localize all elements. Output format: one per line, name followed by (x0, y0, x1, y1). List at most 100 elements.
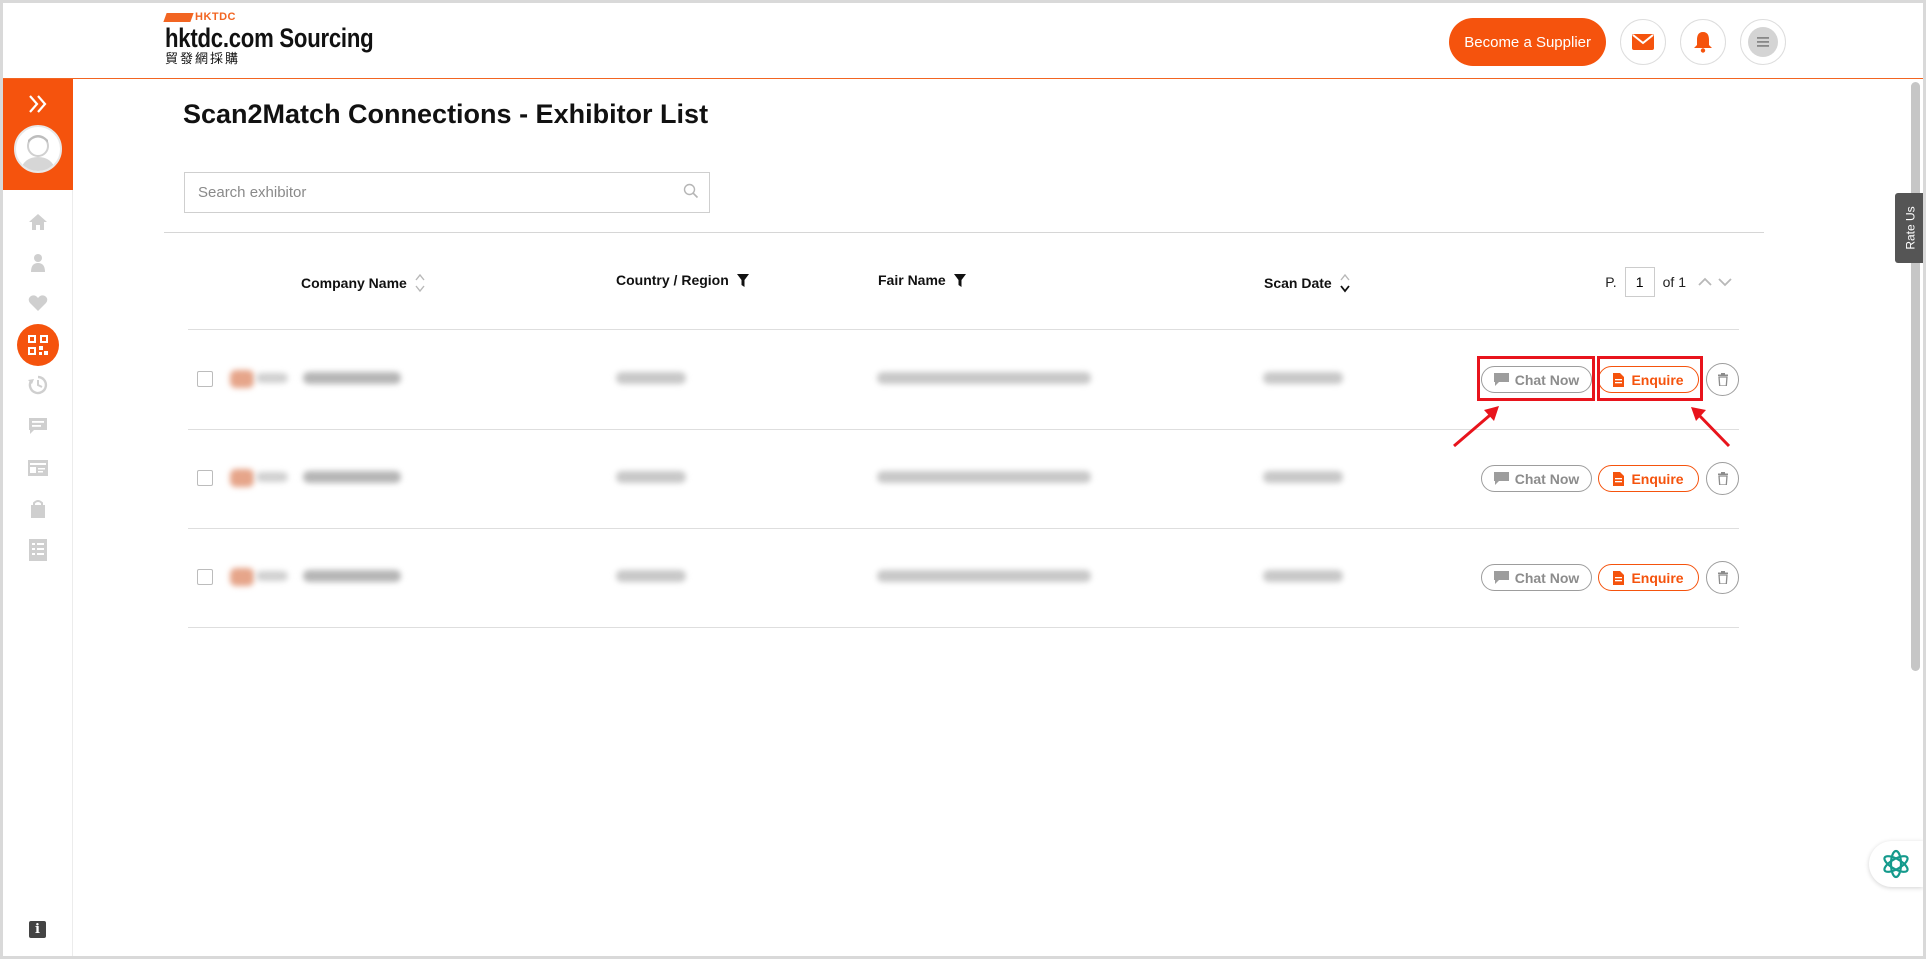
search-icon[interactable] (683, 183, 699, 199)
become-supplier-button[interactable]: Become a Supplier (1449, 18, 1606, 66)
country-blurred (616, 372, 686, 384)
table-row: Chat Now Enquire (188, 528, 1739, 626)
column-label: Company Name (301, 275, 407, 291)
country-blurred (616, 570, 686, 582)
left-sidebar: i (3, 79, 73, 956)
column-fair-name[interactable]: Fair Name (878, 272, 966, 288)
document-icon (1613, 471, 1625, 486)
card-icon[interactable] (26, 456, 50, 480)
column-label: Scan Date (1264, 275, 1332, 291)
enquire-button[interactable]: Enquire (1598, 366, 1699, 393)
chat-bubble-icon (1493, 571, 1509, 584)
company-logo-blurred (230, 469, 254, 487)
checklist-icon[interactable] (26, 538, 50, 562)
fair-name-blurred (877, 471, 1091, 483)
favorites-icon[interactable] (26, 291, 50, 315)
chat-now-label: Chat Now (1514, 569, 1580, 586)
delete-button[interactable] (1706, 561, 1739, 594)
header-actions: Become a Supplier (1449, 18, 1786, 66)
sort-desc-icon[interactable] (1340, 272, 1350, 294)
column-label: Fair Name (878, 272, 946, 288)
chat-bubble-icon (1493, 373, 1509, 386)
messages-icon[interactable] (26, 414, 50, 438)
brand-name: hktdc.com Sourcing (165, 23, 374, 53)
history-icon[interactable] (26, 373, 50, 397)
search-input[interactable] (185, 173, 709, 212)
table-row: Chat Now Enquire (188, 330, 1739, 428)
top-header: HKTDC hktdc.com Sourcing 貿發網採購 Become a … (0, 0, 1926, 79)
rate-us-label: Rate Us (1903, 206, 1918, 250)
brand-flag-icon (163, 12, 194, 22)
page-number-input[interactable] (1624, 267, 1655, 297)
column-country-region[interactable]: Country / Region (616, 272, 749, 288)
bell-icon (1694, 32, 1712, 53)
chat-now-button[interactable]: Chat Now (1481, 366, 1592, 393)
row-checkbox[interactable] (197, 371, 213, 387)
scan-date-blurred (1263, 471, 1343, 483)
document-icon (1613, 570, 1625, 585)
company-logo-blurred (230, 370, 254, 388)
table-row: Chat Now Enquire (188, 429, 1739, 527)
country-blurred (616, 471, 686, 483)
search-box (184, 172, 710, 213)
enquire-button[interactable]: Enquire (1598, 564, 1699, 591)
sidebar-header (3, 79, 73, 190)
brand-mark-text: HKTDC (195, 11, 236, 23)
document-icon (1613, 372, 1625, 387)
trash-icon (1717, 373, 1728, 386)
trash-icon (1717, 571, 1728, 584)
avatar[interactable] (14, 125, 62, 173)
menu-icon (1748, 27, 1778, 57)
chatbot-button[interactable] (1869, 841, 1923, 887)
fair-name-blurred (877, 570, 1091, 582)
chat-now-button[interactable]: Chat Now (1481, 564, 1592, 591)
double-chevron-right-icon[interactable] (27, 93, 49, 120)
enquire-label: Enquire (1631, 470, 1684, 487)
filter-icon[interactable] (736, 273, 749, 287)
chat-now-button[interactable]: Chat Now (1481, 465, 1592, 492)
scan2match-icon[interactable] (17, 324, 59, 366)
column-label: Country / Region (616, 272, 729, 288)
bag-icon[interactable] (26, 497, 50, 521)
brand-mark: HKTDC (163, 11, 419, 23)
scrollbar-thumb[interactable] (1911, 82, 1920, 671)
trash-icon (1717, 472, 1728, 485)
enquire-label: Enquire (1631, 569, 1684, 586)
chat-bubble-icon (1493, 472, 1509, 485)
company-logo-blurred (230, 568, 254, 586)
info-icon[interactable]: i (26, 918, 50, 942)
pagination: P. of 1 (1605, 267, 1732, 297)
notifications-button[interactable] (1680, 19, 1726, 65)
chevron-down-icon[interactable] (1718, 277, 1732, 287)
profile-icon[interactable] (26, 251, 50, 275)
company-logo-text-blurred (256, 472, 288, 482)
mail-button[interactable] (1620, 19, 1666, 65)
menu-button[interactable] (1740, 19, 1786, 65)
brand-chinese-name: 貿發網採購 (165, 51, 241, 66)
row-checkbox[interactable] (197, 470, 213, 486)
scan-date-blurred (1263, 570, 1343, 582)
chat-now-label: Chat Now (1514, 470, 1580, 487)
delete-button[interactable] (1706, 363, 1739, 396)
delete-button[interactable] (1706, 462, 1739, 495)
sort-icon[interactable] (415, 272, 425, 294)
fair-name-blurred (877, 372, 1091, 384)
scan-date-blurred (1263, 372, 1343, 384)
company-name-blurred[interactable] (303, 471, 401, 483)
row-divider (188, 627, 1739, 628)
pager-prefix: P. (1605, 274, 1617, 290)
home-icon[interactable] (26, 210, 50, 234)
chatbot-icon (1883, 849, 1909, 879)
hktdc-logo[interactable]: HKTDC hktdc.com Sourcing 貿發網採購 (163, 11, 419, 66)
column-company-name[interactable]: Company Name (301, 272, 425, 294)
chevron-up-icon[interactable] (1698, 277, 1712, 287)
row-checkbox[interactable] (197, 569, 213, 585)
company-name-blurred[interactable] (303, 570, 401, 582)
enquire-button[interactable]: Enquire (1598, 465, 1699, 492)
company-name-blurred[interactable] (303, 372, 401, 384)
column-scan-date[interactable]: Scan Date (1264, 272, 1350, 294)
company-logo-text-blurred (256, 571, 288, 581)
filter-icon[interactable] (953, 273, 966, 287)
rate-us-tab[interactable]: Rate Us (1895, 193, 1926, 263)
mail-icon (1632, 34, 1654, 50)
